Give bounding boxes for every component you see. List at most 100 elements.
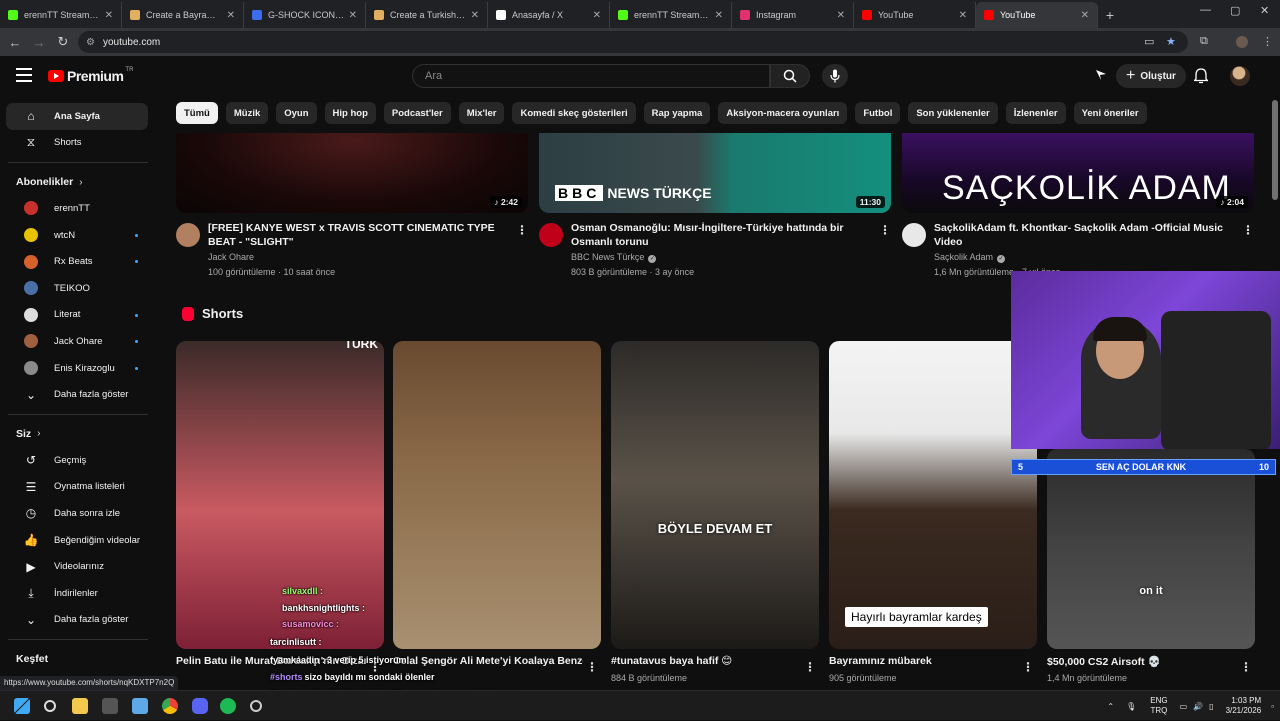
tab-close-icon[interactable]: ✕: [837, 10, 845, 21]
browser-tab[interactable]: YouTube ✕: [854, 2, 976, 28]
create-button[interactable]: + Oluştur: [1116, 64, 1186, 88]
more-options-icon[interactable]: ⋮: [879, 223, 891, 237]
store-icon[interactable]: [102, 698, 118, 714]
filter-chip[interactable]: Podcast'ler: [383, 102, 451, 124]
browser-tab[interactable]: Anasayfa / X ✕: [488, 2, 610, 28]
page-scrollbar[interactable]: [1270, 98, 1280, 688]
url-input[interactable]: ⚙ youtube.com: [78, 31, 1188, 53]
browser-tab[interactable]: Create a Turkish Eid ✕: [366, 2, 488, 28]
channel-name[interactable]: BBC News Türkçe: [571, 252, 644, 262]
cast-icon[interactable]: ▭: [1144, 35, 1154, 48]
subscription-item[interactable]: Enis Kirazoglu: [6, 355, 148, 382]
sidebar-item-clock[interactable]: ◷ Daha sonra izle: [6, 500, 148, 527]
subscription-item[interactable]: Rx Beats: [6, 248, 148, 275]
short-thumbnail[interactable]: Hayırlı bayramlar kardeş: [829, 341, 1037, 649]
tab-close-icon[interactable]: ✕: [349, 10, 357, 21]
clock[interactable]: 1:03 PM 3/21/2026: [1226, 696, 1262, 716]
short-title[interactable]: Bayramınız mübarek: [829, 655, 1019, 667]
sidebar-item-thumbs-up[interactable]: 👍 Beğendiğim videolar: [6, 527, 148, 554]
tray-chevron-up-icon[interactable]: ⌃: [1107, 702, 1114, 711]
filter-chip[interactable]: Tümü: [176, 102, 218, 124]
subscription-item[interactable]: Literat: [6, 302, 148, 329]
language-indicator[interactable]: ENG TRQ: [1150, 696, 1167, 716]
search-button[interactable]: [770, 64, 810, 88]
browser-tab[interactable]: Create a Bayram Seker ✕: [122, 2, 244, 28]
video-title[interactable]: SaçkolikAdam ft. Khontkar- Saçkolik Adam…: [934, 221, 1234, 249]
browser-menu-icon[interactable]: ⋮: [1262, 35, 1273, 48]
voice-search-button[interactable]: [822, 64, 848, 88]
subscriptions-heading[interactable]: Abonelikler ›: [0, 169, 156, 195]
subscription-item[interactable]: erennTT: [6, 195, 148, 222]
more-options-icon[interactable]: ⋮: [1242, 223, 1254, 237]
you-show-more[interactable]: ⌄ Daha fazla göster: [6, 607, 148, 634]
tab-close-icon[interactable]: ✕: [959, 10, 967, 21]
taskbar-search-icon[interactable]: [44, 700, 56, 712]
bookmark-star-icon[interactable]: ★: [1166, 35, 1176, 48]
subscription-item[interactable]: TEIKOO: [6, 275, 148, 302]
filter-chip[interactable]: Rap yapma: [643, 102, 711, 124]
tab-close-icon[interactable]: ✕: [593, 10, 601, 21]
more-options-icon[interactable]: ⋮: [1022, 660, 1034, 674]
spotify-icon[interactable]: [220, 698, 236, 714]
window-close-icon[interactable]: ✕: [1260, 4, 1269, 17]
video-thumbnail[interactable]: SAÇKOLİK ADAM ♪ 2:04: [902, 133, 1254, 213]
short-thumbnail[interactable]: BÖYLE DEVAM ET: [611, 341, 819, 649]
battery-icon[interactable]: ▯: [1209, 702, 1213, 711]
video-title[interactable]: [FREE] KANYE WEST x TRAVIS SCOTT CINEMAT…: [208, 221, 508, 249]
scrollbar-thumb[interactable]: [1272, 100, 1278, 200]
sidebar-item-history[interactable]: ↺ Geçmiş: [6, 447, 148, 474]
subscription-item[interactable]: Jack Ohare: [6, 328, 148, 355]
channel-avatar[interactable]: [176, 223, 200, 247]
video-thumbnail[interactable]: BBC NEWS TÜRKÇE 11:30: [539, 133, 891, 213]
sidebar-item-video[interactable]: ▶ Videolarınız: [6, 553, 148, 580]
notifications-bell-icon[interactable]: [1194, 68, 1208, 84]
chrome-icon[interactable]: [162, 698, 178, 714]
short-thumbnail[interactable]: [393, 341, 601, 649]
short-title[interactable]: #tunatavus baya hafif 😊: [611, 655, 801, 667]
sidebar-item-shorts[interactable]: ⧖ Shorts: [6, 130, 148, 157]
notification-center-icon[interactable]: ▫: [1271, 702, 1274, 711]
browser-tab[interactable]: Instagram ✕: [732, 2, 854, 28]
sidebar-item-playlist[interactable]: ☰ Oynatma listeleri: [6, 474, 148, 501]
youtube-logo[interactable]: Premium TR: [48, 67, 133, 84]
filter-chip[interactable]: Mix'ler: [458, 102, 505, 124]
filter-chip[interactable]: Aksiyon-macera oyunları: [718, 102, 848, 124]
tab-close-icon[interactable]: ✕: [1081, 10, 1089, 21]
short-title[interactable]: $50,000 CS2 Airsoft 💀: [1047, 655, 1237, 668]
reload-icon[interactable]: ↻: [51, 30, 75, 54]
more-options-icon[interactable]: ⋮: [804, 660, 816, 674]
channel-avatar[interactable]: [539, 223, 563, 247]
settings-gear-icon[interactable]: [250, 700, 262, 712]
filter-chip[interactable]: Son yüklenenler: [908, 102, 998, 124]
you-heading[interactable]: Siz ›: [0, 421, 156, 447]
filter-chip[interactable]: Oyun: [276, 102, 317, 124]
filter-chip[interactable]: Komedi skeç gösterileri: [512, 102, 636, 124]
ai-sparkle-icon[interactable]: [1094, 68, 1108, 82]
subscriptions-show-more[interactable]: ⌄ Daha fazla göster: [6, 381, 148, 408]
volume-icon[interactable]: 🔊: [1193, 702, 1203, 711]
channel-name[interactable]: Jack Ohare: [208, 252, 254, 262]
profile-icon[interactable]: [1236, 36, 1248, 48]
browser-tab[interactable]: erennTT Stream - Kick ✕: [0, 2, 122, 28]
hamburger-menu-icon[interactable]: [16, 68, 32, 82]
subscription-item[interactable]: wtcN: [6, 222, 148, 249]
video-thumbnail[interactable]: ♪ 2:42: [176, 133, 528, 213]
tab-close-icon[interactable]: ✕: [227, 10, 235, 21]
tray-microphone-icon[interactable]: 🎙: [1126, 702, 1136, 711]
back-icon[interactable]: ←: [3, 30, 27, 54]
video-title[interactable]: Osman Osmanoğlu: Mısır-İngiltere-Türkiye…: [571, 221, 871, 249]
file-explorer-icon[interactable]: [72, 698, 88, 714]
filter-chip[interactable]: Hip hop: [324, 102, 376, 124]
filter-chip[interactable]: Yeni öneriler: [1073, 102, 1147, 124]
more-options-icon[interactable]: ⋮: [516, 223, 528, 237]
more-options-icon[interactable]: ⋮: [586, 660, 598, 674]
forward-icon[interactable]: →: [27, 30, 51, 54]
windows-start-icon[interactable]: [14, 698, 30, 714]
new-tab-icon[interactable]: +: [1098, 2, 1122, 28]
filter-chip[interactable]: Müzik: [225, 102, 269, 124]
minimize-icon[interactable]: —: [1200, 4, 1211, 16]
discord-icon[interactable]: [192, 698, 208, 714]
browser-tab[interactable]: G-SHOCK ICONIC GA ✕: [244, 2, 366, 28]
site-info-icon[interactable]: ⚙: [86, 37, 95, 48]
short-thumbnail[interactable]: on it: [1047, 449, 1255, 649]
